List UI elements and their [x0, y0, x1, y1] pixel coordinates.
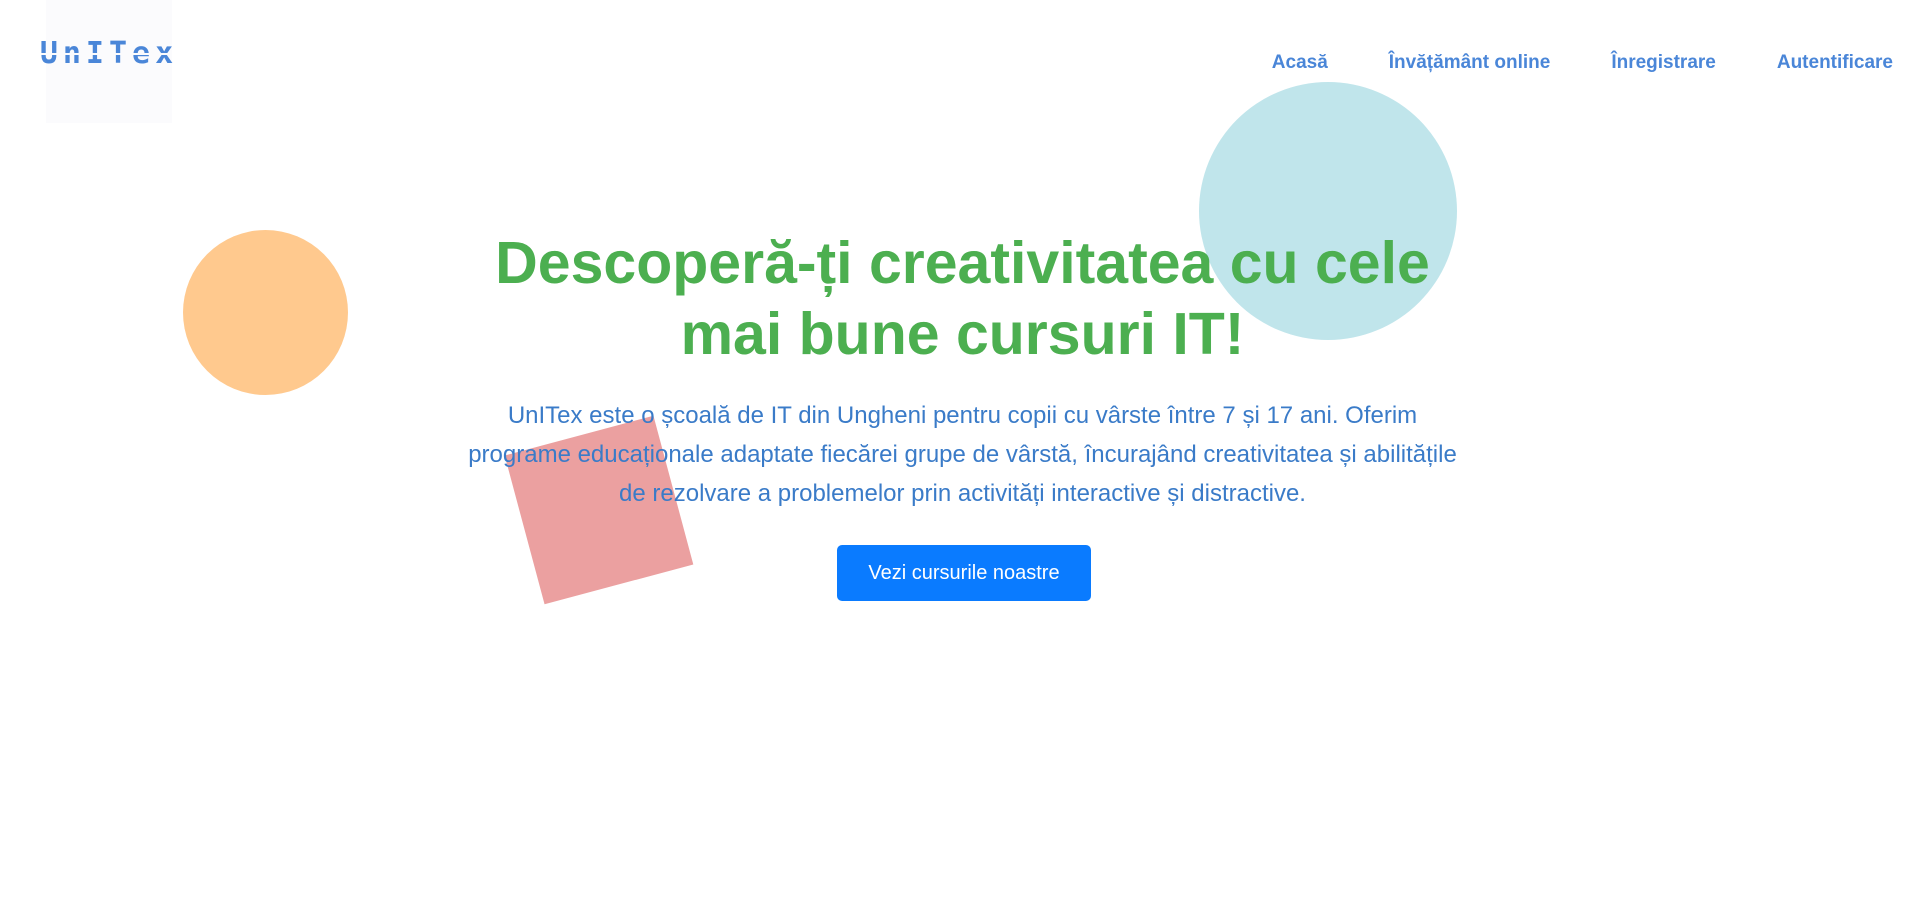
nav-item-autentificare[interactable]: Autentificare	[1777, 52, 1893, 74]
logo: UnITex	[39, 35, 179, 71]
main-nav: Acasă Învățământ online Înregistrare Aut…	[1272, 52, 1893, 74]
nav-item-invatamant-online[interactable]: Învățământ online	[1389, 52, 1551, 74]
nav-item-acasa[interactable]: Acasă	[1272, 52, 1328, 74]
decorative-orange-circle	[183, 230, 348, 395]
page: UnITex Acasă Învățământ online Înregistr…	[0, 0, 1919, 909]
view-courses-button[interactable]: Vezi cursurile noastre	[837, 545, 1091, 601]
hero-section: Descoperă-ți creativitatea cu cele mai b…	[455, 228, 1470, 513]
nav-item-inregistrare[interactable]: Înregistrare	[1611, 52, 1716, 74]
hero-description: UnITex este o școală de IT din Ungheni p…	[468, 402, 1457, 507]
logo-link[interactable]: UnITex	[40, 0, 173, 123]
hero-title: Descoperă-ți creativitatea cu cele mai b…	[495, 230, 1430, 367]
